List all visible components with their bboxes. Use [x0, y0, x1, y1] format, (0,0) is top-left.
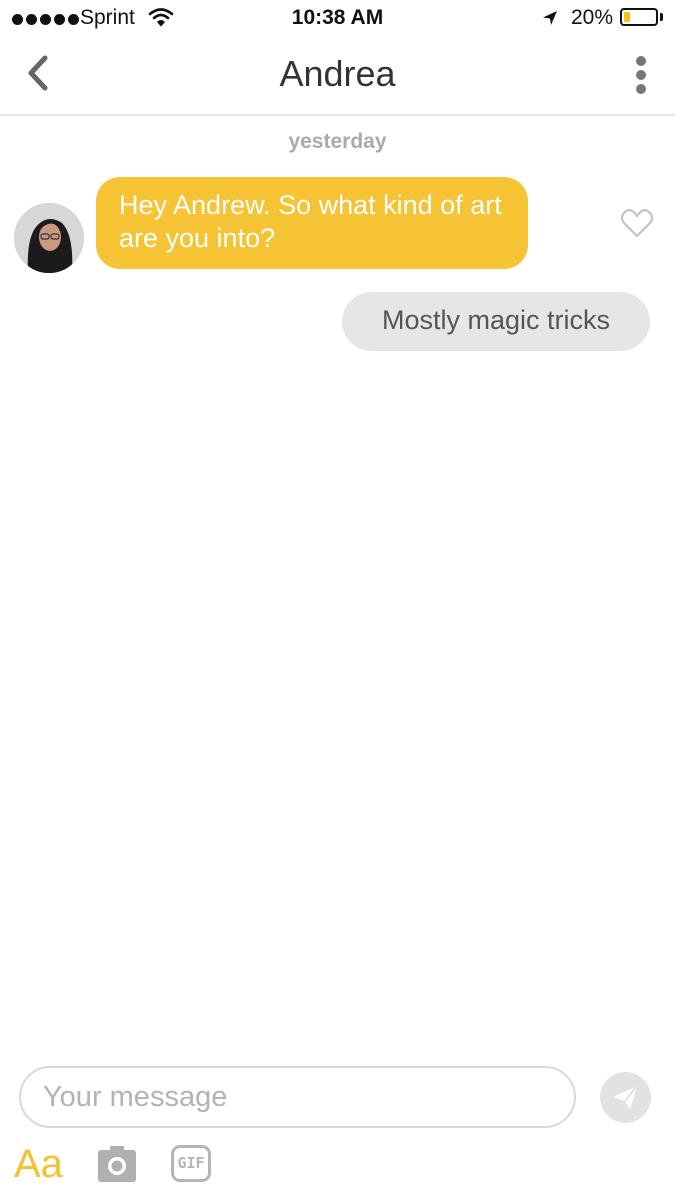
battery-icon: [620, 8, 658, 26]
profile-photo: [14, 203, 84, 273]
gif-button[interactable]: GIF: [171, 1145, 211, 1182]
ellipsis-dot: [636, 84, 646, 94]
date-separator: yesterday: [288, 130, 387, 153]
conversation-header: Andrea: [0, 38, 675, 116]
contact-name-title[interactable]: Andrea: [0, 53, 675, 95]
incoming-message-bubble[interactable]: Hey Andrew. So what kind of art are you …: [96, 177, 528, 269]
location-arrow-icon: [543, 11, 557, 25]
ellipsis-dot: [636, 70, 646, 80]
battery-tip: [660, 13, 663, 21]
camera-icon: [98, 1146, 136, 1182]
text-format-button[interactable]: Aa: [14, 1141, 63, 1187]
like-message-button[interactable]: [619, 205, 655, 241]
camera-button[interactable]: [97, 1145, 137, 1183]
status-bar: Sprint 10:38 AM 20%: [0, 0, 675, 38]
message-input[interactable]: [19, 1066, 576, 1128]
more-options-button[interactable]: [624, 52, 660, 98]
outgoing-message-bubble[interactable]: Mostly magic tricks: [342, 292, 650, 351]
battery-percent: 20%: [571, 6, 614, 29]
vertical-ellipsis-icon: [636, 56, 646, 66]
heart-outline-icon: [620, 209, 654, 238]
avatar[interactable]: [14, 203, 84, 273]
send-button[interactable]: [600, 1072, 651, 1123]
paper-plane-icon: [613, 1085, 638, 1110]
battery-level-fill: [624, 12, 630, 22]
